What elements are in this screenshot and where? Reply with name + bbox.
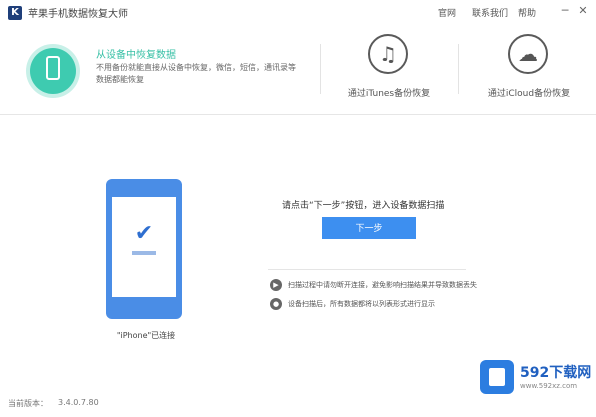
watermark-logo-icon bbox=[480, 360, 514, 394]
phone-icon bbox=[46, 56, 60, 80]
icloud-mode-label: 通过iCloud备份恢复 bbox=[487, 89, 571, 99]
app-title: 苹果手机数据恢复大师 bbox=[28, 9, 128, 20]
menu-contact-us[interactable]: 联系我们 bbox=[472, 6, 508, 19]
divider bbox=[458, 44, 459, 94]
divider bbox=[268, 269, 466, 270]
minimize-button[interactable]: ─ bbox=[558, 4, 572, 18]
watermark-cube-shape bbox=[489, 368, 505, 386]
tip-item: ● 设备扫描后，所有数据都将以列表形式进行显示 bbox=[270, 298, 530, 312]
app-logo-icon: K bbox=[8, 6, 22, 20]
itunes-ring: ♫ bbox=[368, 34, 408, 74]
mode-device-recovery[interactable]: 从设备中恢复数据 不用备份就能直接从设备中恢复，微信，短信，通讯录等数据都能恢复 bbox=[30, 40, 296, 100]
next-step-prompt: 请点击“下一步”按钮，进入设备数据扫描 bbox=[282, 201, 445, 211]
version-number: 3.4.0.7.80 bbox=[58, 398, 99, 407]
icloud-ring: ☁ bbox=[508, 34, 548, 74]
device-mode-circle bbox=[30, 48, 76, 94]
device-mode-description: 不用备份就能直接从设备中恢复，微信，短信，通讯录等数据都能恢复 bbox=[96, 63, 296, 84]
mode-icloud-recovery[interactable]: ☁ 通过iCloud备份恢复 bbox=[474, 34, 584, 106]
tip-text: 设备扫描后，所有数据都将以列表形式进行显示 bbox=[288, 300, 435, 308]
close-button[interactable]: ✕ bbox=[576, 4, 590, 18]
tip-item: ▶ 扫描过程中请勿断开连接，避免影响扫描结果并导致数据丢失 bbox=[270, 279, 530, 293]
watermark-url: www.592xz.com bbox=[520, 382, 578, 390]
recovery-mode-bar: 从设备中恢复数据 不用备份就能直接从设备中恢复，微信，短信，通讯录等数据都能恢复… bbox=[0, 26, 596, 115]
device-mode-title: 从设备中恢复数据 bbox=[96, 50, 176, 61]
info-icon: ▶ bbox=[270, 279, 282, 291]
check-icon: ✔ bbox=[134, 221, 154, 246]
connected-phone-illustration: ✔ bbox=[106, 179, 182, 319]
app-window: K 苹果手机数据恢复大师 官网 联系我们 帮助 ─ ✕ 从设备中恢复数据 不用备… bbox=[0, 0, 596, 417]
next-step-button[interactable]: 下一步 bbox=[322, 217, 416, 239]
screen-line bbox=[132, 251, 156, 255]
music-note-icon: ♫ bbox=[379, 42, 397, 66]
version-label: 当前版本： bbox=[8, 399, 48, 408]
watermark: 592下载网 www.592xz.com bbox=[478, 358, 596, 408]
phone-screen: ✔ bbox=[112, 197, 176, 297]
menu-help[interactable]: 帮助 bbox=[518, 6, 536, 19]
warning-icon: ● bbox=[270, 298, 282, 310]
phone-connection-status: "iPhone"已连接 bbox=[116, 331, 176, 340]
cloud-icon: ☁ bbox=[518, 42, 538, 66]
tip-text: 扫描过程中请勿断开连接，避免影响扫描结果并导致数据丢失 bbox=[288, 281, 477, 289]
mode-itunes-recovery[interactable]: ♫ 通过iTunes备份恢复 bbox=[334, 34, 444, 106]
title-bar: K 苹果手机数据恢复大师 官网 联系我们 帮助 ─ ✕ bbox=[0, 0, 596, 26]
divider bbox=[320, 44, 321, 94]
itunes-mode-label: 通过iTunes备份恢复 bbox=[347, 89, 431, 99]
menu-official-site[interactable]: 官网 bbox=[438, 6, 456, 19]
watermark-text: 592下载网 bbox=[520, 365, 592, 381]
